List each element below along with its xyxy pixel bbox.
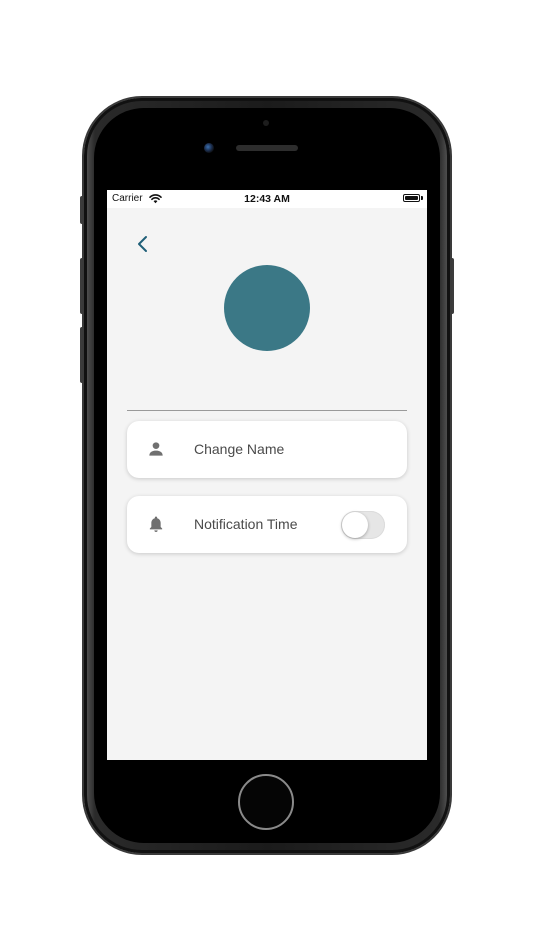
app-screen: Carrier 12:43 AM Change Name Notificatio… — [107, 190, 427, 760]
front-camera — [204, 143, 214, 153]
power-button — [450, 258, 454, 314]
change-name-label: Change Name — [194, 441, 285, 457]
device-mockup: Carrier 12:43 AM Change Name Notificatio… — [0, 0, 534, 950]
avatar[interactable] — [224, 265, 310, 351]
battery-full-icon — [403, 194, 420, 202]
home-button[interactable] — [238, 774, 294, 830]
change-name-button[interactable]: Change Name — [127, 421, 407, 478]
person-icon — [149, 442, 163, 456]
chevron-left-icon[interactable] — [131, 232, 155, 256]
bell-icon — [149, 516, 163, 532]
status-time: 12:43 AM — [244, 193, 290, 205]
notification-toggle[interactable] — [341, 511, 385, 539]
notification-time-label: Notification Time — [194, 516, 298, 532]
divider — [127, 410, 407, 411]
toggle-knob — [342, 512, 368, 538]
notification-time-row[interactable]: Notification Time — [127, 496, 407, 553]
battery-tip — [421, 196, 423, 200]
proximity-sensor — [263, 120, 269, 126]
earpiece-speaker — [236, 145, 298, 151]
status-bar: Carrier 12:43 AM — [107, 190, 427, 208]
